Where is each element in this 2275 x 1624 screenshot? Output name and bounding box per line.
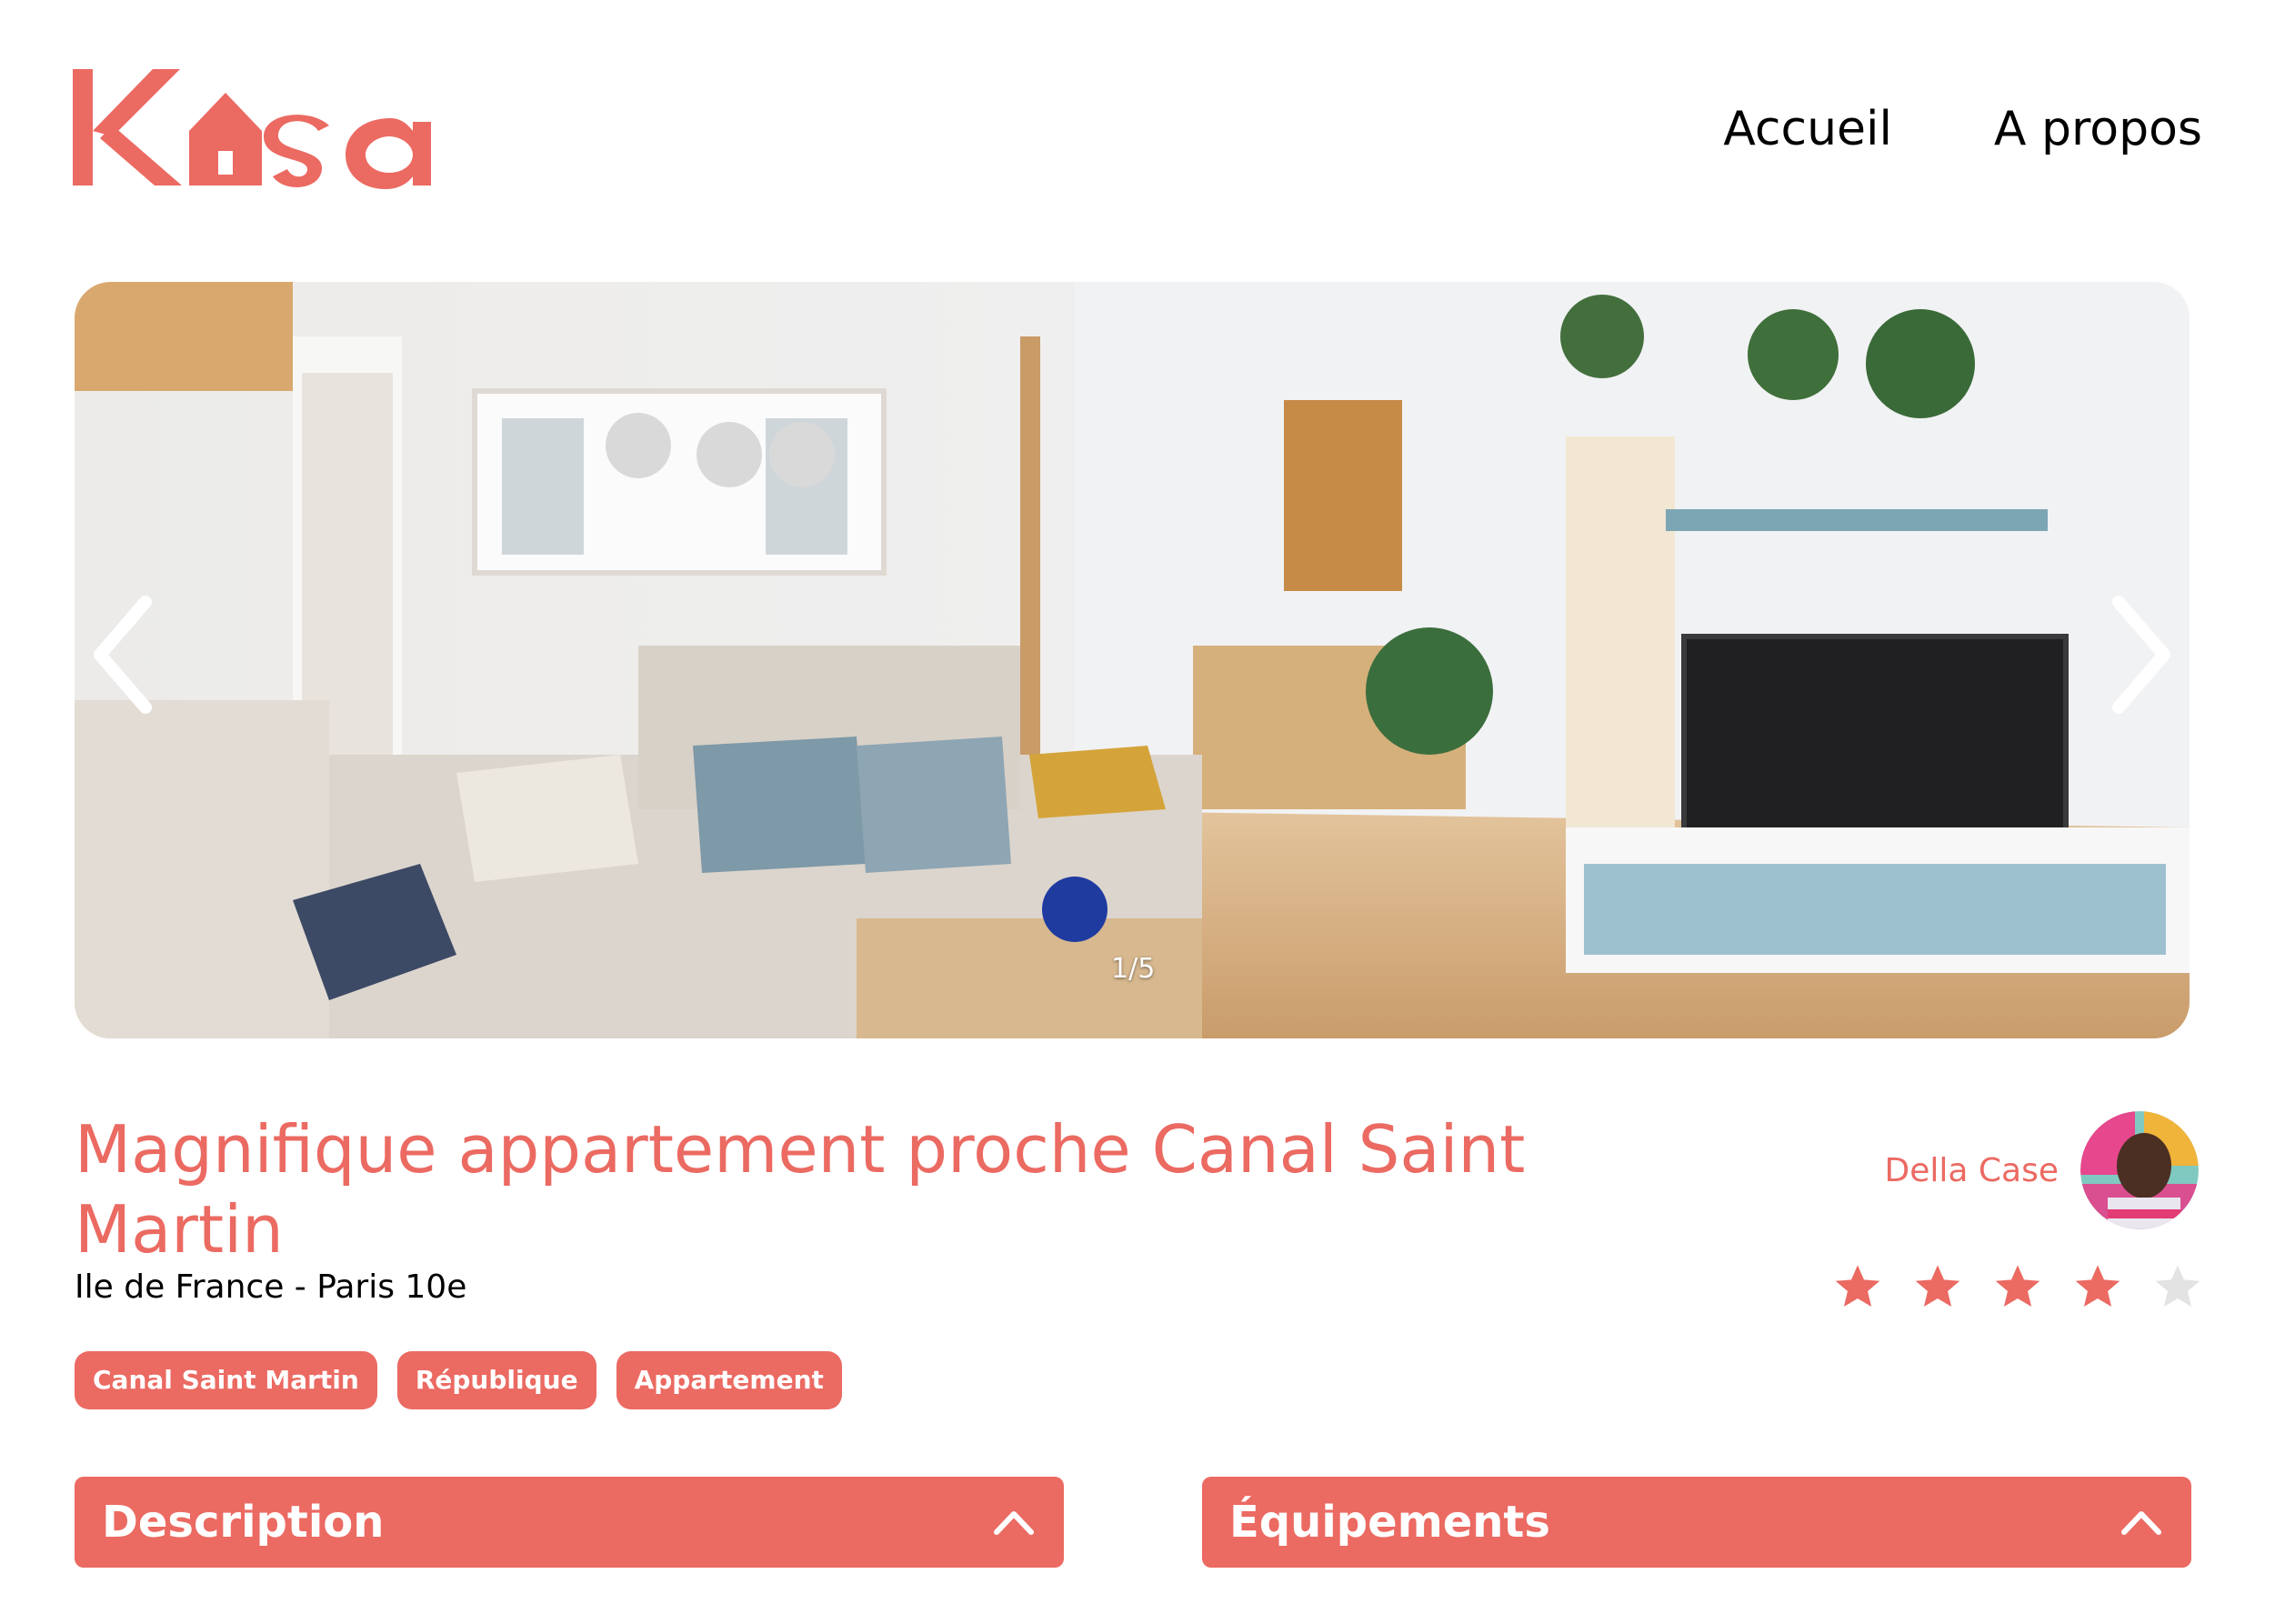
- avatar: [2080, 1111, 2199, 1229]
- image-carousel: 1/5: [75, 282, 2190, 1038]
- chevron-left-icon[interactable]: [84, 591, 165, 718]
- star-icon: [1835, 1265, 1880, 1308]
- image-counter: 1/5: [1111, 953, 1156, 985]
- chevron-right-icon[interactable]: [2099, 591, 2180, 718]
- host-info: Della Case: [1885, 1111, 2199, 1229]
- tag: Canal Saint Martin: [75, 1351, 377, 1409]
- kasa-logo[interactable]: [73, 65, 464, 195]
- star-icon: [2075, 1265, 2120, 1308]
- nav-link-about[interactable]: A propos: [1994, 102, 2202, 156]
- rating-stars: [1833, 1262, 2202, 1311]
- host-name: Della Case: [1884, 1151, 2059, 1189]
- apartment-photo: [75, 282, 2190, 1038]
- star-icon: [1915, 1265, 1960, 1308]
- chevron-up-icon[interactable]: [991, 1509, 1037, 1536]
- main-nav: Accueil A propos: [1723, 102, 2202, 156]
- nav-link-home[interactable]: Accueil: [1723, 102, 1892, 156]
- equipments-collapse[interactable]: Équipements: [1202, 1477, 2191, 1568]
- tag-list: Canal Saint Martin République Appartemen…: [75, 1351, 842, 1409]
- tag: République: [396, 1351, 596, 1409]
- tag: Appartement: [616, 1351, 842, 1409]
- description-title: Description: [102, 1497, 385, 1548]
- description-collapse[interactable]: Description: [75, 1477, 1064, 1568]
- listing-title: Magnifique appartement proche Canal Sain…: [75, 1111, 1526, 1268]
- equipments-title: Équipements: [1229, 1497, 1550, 1548]
- listing-location: Ile de France - Paris 10e: [75, 1268, 467, 1306]
- star-icon: [2155, 1265, 2200, 1308]
- chevron-up-icon[interactable]: [2119, 1509, 2164, 1536]
- star-icon: [1995, 1265, 2040, 1308]
